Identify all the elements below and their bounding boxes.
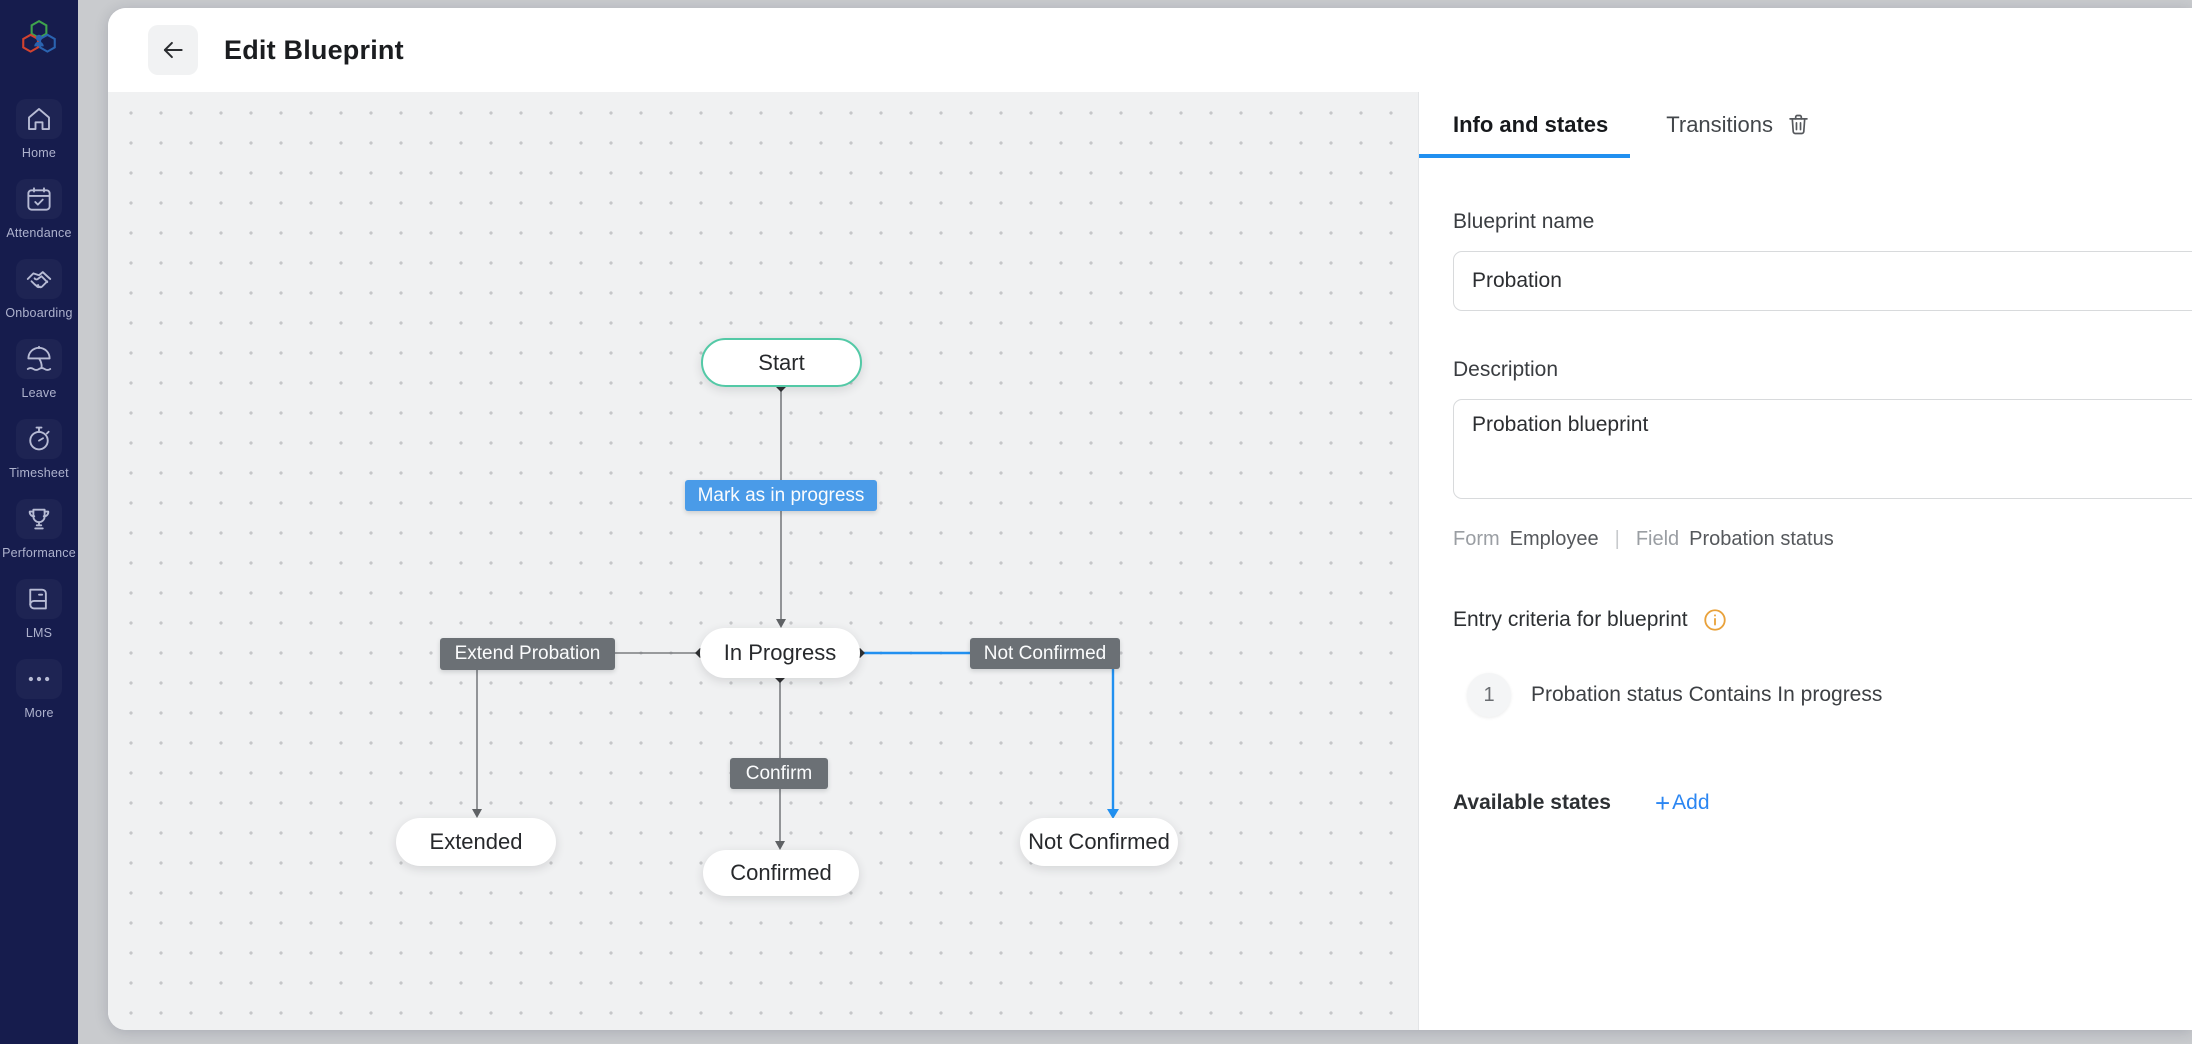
blueprint-name-input[interactable] bbox=[1453, 251, 2192, 311]
sidebar-item-onboarding[interactable]: Onboarding bbox=[0, 249, 78, 329]
sidebar-item-timesheet[interactable]: Timesheet bbox=[0, 409, 78, 489]
transition-label-text: Confirm bbox=[746, 763, 813, 785]
page-title: Edit Blueprint bbox=[224, 35, 404, 66]
sidebar-item-attendance[interactable]: Attendance bbox=[0, 169, 78, 249]
add-state-button[interactable]: + Add bbox=[1655, 791, 1710, 815]
trash-icon bbox=[1785, 111, 1812, 138]
trophy-icon bbox=[16, 499, 62, 539]
sidebar-item-label: Timesheet bbox=[9, 466, 69, 480]
transition-label-text: Extend Probation bbox=[455, 643, 601, 665]
field-value: Probation status bbox=[1689, 528, 1834, 551]
sidebar-item-label: Attendance bbox=[6, 226, 71, 240]
transition-label-text: Mark as in progress bbox=[698, 485, 865, 507]
description-label: Description bbox=[1453, 358, 2192, 382]
tab-label: Info and states bbox=[1453, 112, 1608, 138]
sidebar-item-leave[interactable]: Leave bbox=[0, 329, 78, 409]
state-node-not-confirmed[interactable]: Not Confirmed bbox=[1020, 818, 1178, 866]
panel-tabs: Info and states Transitions bbox=[1419, 92, 2192, 158]
sidebar-item-label: More bbox=[24, 706, 53, 720]
sidebar-item-lms[interactable]: LMS bbox=[0, 569, 78, 649]
field-label: Field bbox=[1636, 528, 1679, 551]
state-node-start[interactable]: Start bbox=[701, 338, 862, 387]
description-input[interactable]: Probation blueprint bbox=[1453, 399, 2192, 499]
arrow-left-icon bbox=[160, 37, 186, 63]
blueprint-name-label: Blueprint name bbox=[1453, 210, 2192, 234]
add-state-label: Add bbox=[1672, 791, 1709, 815]
state-node-extended[interactable]: Extended bbox=[396, 818, 556, 866]
handshake-icon bbox=[16, 259, 62, 299]
edit-blueprint-window: Edit Blueprint bbox=[108, 8, 2192, 1030]
book-icon bbox=[16, 579, 62, 619]
state-node-confirmed[interactable]: Confirmed bbox=[703, 850, 859, 896]
sidebar-item-label: LMS bbox=[26, 626, 52, 640]
beach-umbrella-icon bbox=[16, 339, 62, 379]
criteria-index-badge: 1 bbox=[1467, 673, 1511, 717]
zoho-people-logo-icon bbox=[18, 16, 60, 62]
available-states-title: Available states bbox=[1453, 791, 1611, 815]
ellipsis-icon bbox=[16, 659, 62, 699]
form-field-info: Form Employee | Field Probation status bbox=[1453, 528, 2192, 551]
transition-label-confirm[interactable]: Confirm bbox=[730, 758, 828, 789]
entry-criteria-item: 1 Probation status Contains In progress bbox=[1467, 673, 2192, 717]
state-node-label: Extended bbox=[430, 829, 523, 855]
sidebar-item-label: Onboarding bbox=[5, 306, 72, 320]
sidebar-item-more[interactable]: More bbox=[0, 649, 78, 729]
sidebar-item-performance[interactable]: Performance bbox=[0, 489, 78, 569]
separator: | bbox=[1609, 528, 1626, 551]
state-node-label: Not Confirmed bbox=[1028, 829, 1170, 855]
criteria-text: Probation status Contains In progress bbox=[1531, 683, 1882, 707]
sidebar-item-home[interactable]: Home bbox=[0, 89, 78, 169]
page-header: Edit Blueprint bbox=[108, 8, 2192, 92]
home-icon bbox=[16, 99, 62, 139]
stopwatch-icon bbox=[16, 419, 62, 459]
back-button[interactable] bbox=[148, 25, 198, 75]
entry-criteria-title: Entry criteria for blueprint bbox=[1453, 608, 1688, 632]
sidebar: Home Attendance Onboarding bbox=[0, 0, 78, 1044]
form-value: Employee bbox=[1510, 528, 1599, 551]
state-node-label: Confirmed bbox=[730, 860, 831, 886]
tab-info-and-states[interactable]: Info and states bbox=[1419, 94, 1630, 158]
transition-label-mark-as-in-progress[interactable]: Mark as in progress bbox=[685, 480, 877, 511]
transition-label-text: Not Confirmed bbox=[984, 643, 1107, 665]
delete-blueprint-button[interactable] bbox=[1785, 111, 1812, 138]
sidebar-item-label: Leave bbox=[21, 386, 56, 400]
info-icon[interactable] bbox=[1702, 607, 1728, 633]
state-node-label: In Progress bbox=[724, 640, 837, 666]
calendar-check-icon bbox=[16, 179, 62, 219]
state-node-in-progress[interactable]: In Progress bbox=[700, 628, 860, 678]
plus-icon: + bbox=[1655, 793, 1670, 813]
app-logo[interactable] bbox=[18, 16, 60, 67]
state-node-label: Start bbox=[758, 350, 804, 376]
transition-label-not-confirmed[interactable]: Not Confirmed bbox=[970, 638, 1120, 669]
transition-label-extend-probation[interactable]: Extend Probation bbox=[440, 638, 615, 670]
sidebar-item-label: Home bbox=[22, 146, 56, 160]
form-label: Form bbox=[1453, 528, 1500, 551]
blueprint-canvas[interactable]: Start In Progress Extended Confirmed Not… bbox=[108, 92, 1418, 1030]
tab-transitions[interactable]: Transitions bbox=[1656, 93, 1834, 158]
sidebar-item-label: Performance bbox=[2, 546, 76, 560]
tab-label: Transitions bbox=[1666, 112, 1773, 138]
details-panel: Info and states Transitions Blueprint na… bbox=[1418, 92, 2192, 1030]
